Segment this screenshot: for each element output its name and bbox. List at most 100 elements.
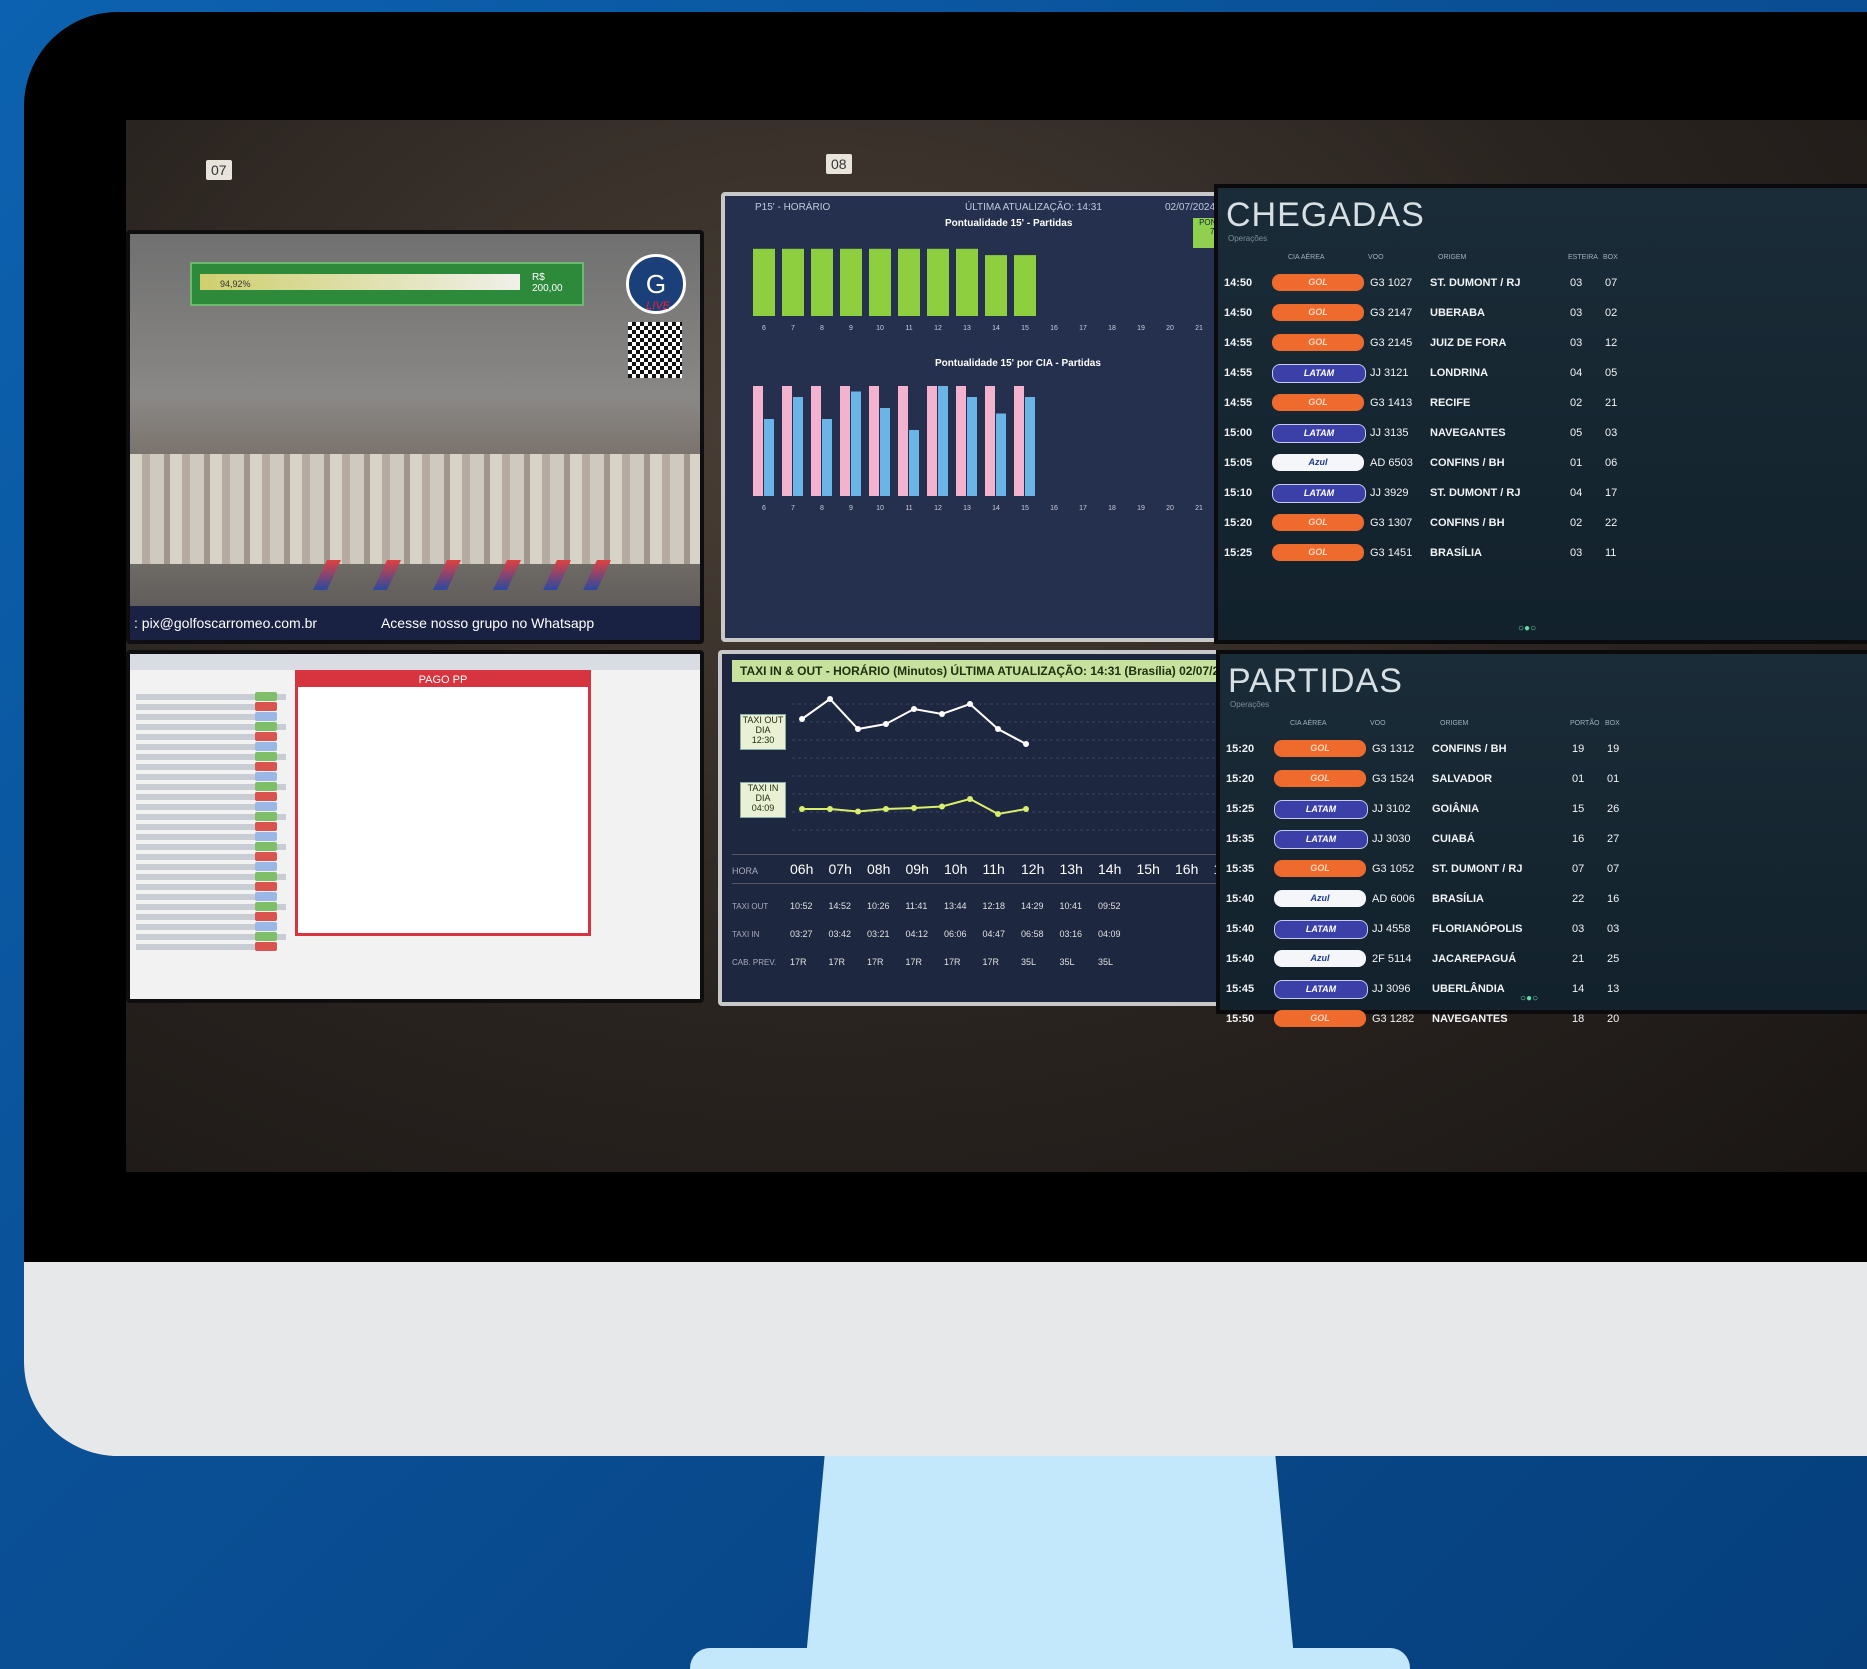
- taxi-cell: 12:18: [982, 901, 1006, 911]
- flight-row[interactable]: 15:35 LATAM JJ 3030 CUIABÁ 16 27: [1220, 826, 1867, 852]
- flight-row[interactable]: 15:50 GOL G3 1282 NAVEGANTES 18 20: [1220, 1006, 1867, 1032]
- punctuality-bar: [811, 248, 833, 316]
- cia-punctuality-bar: [764, 419, 774, 496]
- ticker-whatsapp: Acesse nosso grupo no Whatsapp: [380, 615, 595, 631]
- flight-row[interactable]: 14:50 GOL G3 1027 ST. DUMONT / RJ 03 07: [1218, 270, 1867, 296]
- progress-value: 94,92%: [220, 279, 251, 289]
- flight-row[interactable]: 15:40 LATAM JJ 4558 FLORIANÓPOLIS 03 03: [1220, 916, 1867, 942]
- table-row[interactable]: [136, 824, 256, 830]
- cia-punctuality-bar: [1014, 386, 1024, 496]
- flight-row[interactable]: 15:20 GOL G3 1524 SALVADOR 01 01: [1220, 766, 1867, 792]
- flight-city: NAVEGANTES: [1432, 1013, 1508, 1025]
- table-row[interactable]: [136, 894, 256, 900]
- flight-row[interactable]: 14:50 GOL G3 2147 UBERABA 03 02: [1218, 300, 1867, 326]
- table-row[interactable]: [136, 794, 256, 800]
- table-row[interactable]: [136, 864, 256, 870]
- flight-belt: 19: [1572, 743, 1585, 755]
- flight-row[interactable]: 14:55 GOL G3 2145 JUIZ DE FORA 03 12: [1218, 330, 1867, 356]
- flight-city: JUIZ DE FORA: [1430, 337, 1507, 349]
- punctuality-bar: [898, 248, 920, 316]
- pp-panel-title: PAGO PP: [298, 673, 588, 687]
- flight-row[interactable]: 15:20 GOL G3 1307 CONFINS / BH 02 22: [1218, 510, 1867, 536]
- hour-tick: 13h: [1059, 861, 1083, 877]
- cia-punctuality-bar: [985, 386, 995, 496]
- airline-logo: LATAM: [1274, 920, 1368, 939]
- flight-belt: 21: [1572, 953, 1585, 965]
- airline-logo: LATAM: [1272, 484, 1366, 503]
- taxi-cell: 03:21: [867, 929, 890, 939]
- punctuality-bar: [927, 248, 949, 316]
- status-chip: [255, 892, 277, 901]
- airline-logo: GOL: [1272, 394, 1364, 411]
- airline-logo: LATAM: [1272, 364, 1366, 383]
- row-label: TAXI IN: [732, 930, 760, 939]
- x-tick-label: 9: [849, 505, 853, 512]
- taxi-point: [1023, 741, 1029, 747]
- flight-belt: 04: [1570, 367, 1583, 379]
- hour-tick: 12h: [1021, 861, 1045, 877]
- table-row[interactable]: [136, 834, 256, 840]
- table-row[interactable]: [136, 854, 256, 860]
- flight-belt: 03: [1570, 547, 1583, 559]
- flight-row[interactable]: 15:40 Azul AD 6006 BRASÍLIA 22 16: [1220, 886, 1867, 912]
- flight-number: AD 6006: [1372, 893, 1415, 905]
- table-row[interactable]: [136, 704, 256, 710]
- flight-row[interactable]: 14:55 LATAM JJ 3121 LONDRINA 04 05: [1218, 360, 1867, 386]
- flight-row[interactable]: 15:40 Azul 2F 5114 JACAREPAGUÁ 21 25: [1220, 946, 1867, 972]
- status-chip: [255, 852, 277, 861]
- taxi-cell: 14:52: [828, 901, 852, 911]
- table-row[interactable]: [136, 714, 256, 720]
- flight-city: BRASÍLIA: [1432, 893, 1484, 905]
- table-row[interactable]: [136, 774, 256, 780]
- flight-row[interactable]: 15:00 LATAM JJ 3135 NAVEGANTES 05 03: [1218, 420, 1867, 446]
- taxi-cell: 17R: [982, 957, 1000, 967]
- hour-tick: 06h: [790, 861, 814, 877]
- flight-city: CUIABÁ: [1432, 833, 1475, 845]
- x-tick-label: 21: [1195, 325, 1203, 332]
- status-chip: [255, 922, 277, 931]
- x-tick-label: 11: [905, 325, 912, 332]
- flight-time: 15:40: [1226, 953, 1255, 965]
- airline-logo: GOL: [1272, 304, 1364, 321]
- flight-time: 15:20: [1224, 517, 1253, 529]
- table-row[interactable]: [136, 884, 256, 890]
- x-tick-label: 17: [1079, 325, 1087, 332]
- flight-time: 14:55: [1224, 337, 1253, 349]
- table-row[interactable]: [136, 914, 256, 920]
- row-label: TAXI OUT: [732, 902, 769, 911]
- status-chip: [255, 732, 277, 741]
- page-dots: ○●○: [1520, 993, 1539, 1004]
- taxi-cell: 09:52: [1098, 901, 1121, 911]
- table-row[interactable]: [136, 924, 256, 930]
- flight-row[interactable]: 15:25 GOL G3 1451 BRASÍLIA 03 11: [1218, 540, 1867, 566]
- table-row[interactable]: [136, 734, 256, 740]
- flight-city: BRASÍLIA: [1430, 547, 1482, 559]
- flight-row[interactable]: 15:20 GOL G3 1312 CONFINS / BH 19 19: [1220, 736, 1867, 762]
- table-row[interactable]: [136, 744, 256, 750]
- flight-number: JJ 3135: [1370, 427, 1409, 439]
- flight-row[interactable]: 15:10 LATAM JJ 3929 ST. DUMONT / RJ 04 17: [1218, 480, 1867, 506]
- table-row[interactable]: [136, 804, 256, 810]
- flight-time: 15:20: [1226, 773, 1255, 785]
- taxi-point: [995, 726, 1001, 732]
- departures-board: PARTIDAS Operações CIA AÉREA VOO ORIGEM POR…: [1216, 650, 1867, 1027]
- flight-row[interactable]: 15:05 Azul AD 6503 CONFINS / BH 01 06: [1218, 450, 1867, 476]
- taxi-cell: 10:52: [790, 901, 813, 911]
- operations-table-screen: PAGO PP: [126, 650, 704, 1003]
- flight-row[interactable]: 15:25 LATAM JJ 3102 GOIÂNIA 15 26: [1220, 796, 1867, 822]
- flight-number: 2F 5114: [1372, 953, 1412, 965]
- flight-row[interactable]: 15:45 LATAM JJ 3096 UBERLÂNDIA 14 13: [1220, 976, 1867, 1002]
- x-tick-label: 19: [1137, 505, 1145, 512]
- status-chip: [255, 942, 277, 951]
- flight-row[interactable]: 15:35 GOL G3 1052 ST. DUMONT / RJ 07 07: [1220, 856, 1867, 882]
- flight-number: G3 2147: [1370, 307, 1413, 319]
- status-chip: [255, 912, 277, 921]
- status-chip: [255, 862, 277, 871]
- table-row[interactable]: [136, 944, 256, 950]
- flight-row[interactable]: 14:55 GOL G3 1413 RECIFE 02 21: [1218, 390, 1867, 416]
- flight-belt: 18: [1572, 1013, 1585, 1025]
- flight-box: 21: [1605, 397, 1618, 409]
- status-chip: [255, 792, 277, 801]
- table-row[interactable]: [136, 764, 256, 770]
- flight-city: ST. DUMONT / RJ: [1430, 277, 1521, 289]
